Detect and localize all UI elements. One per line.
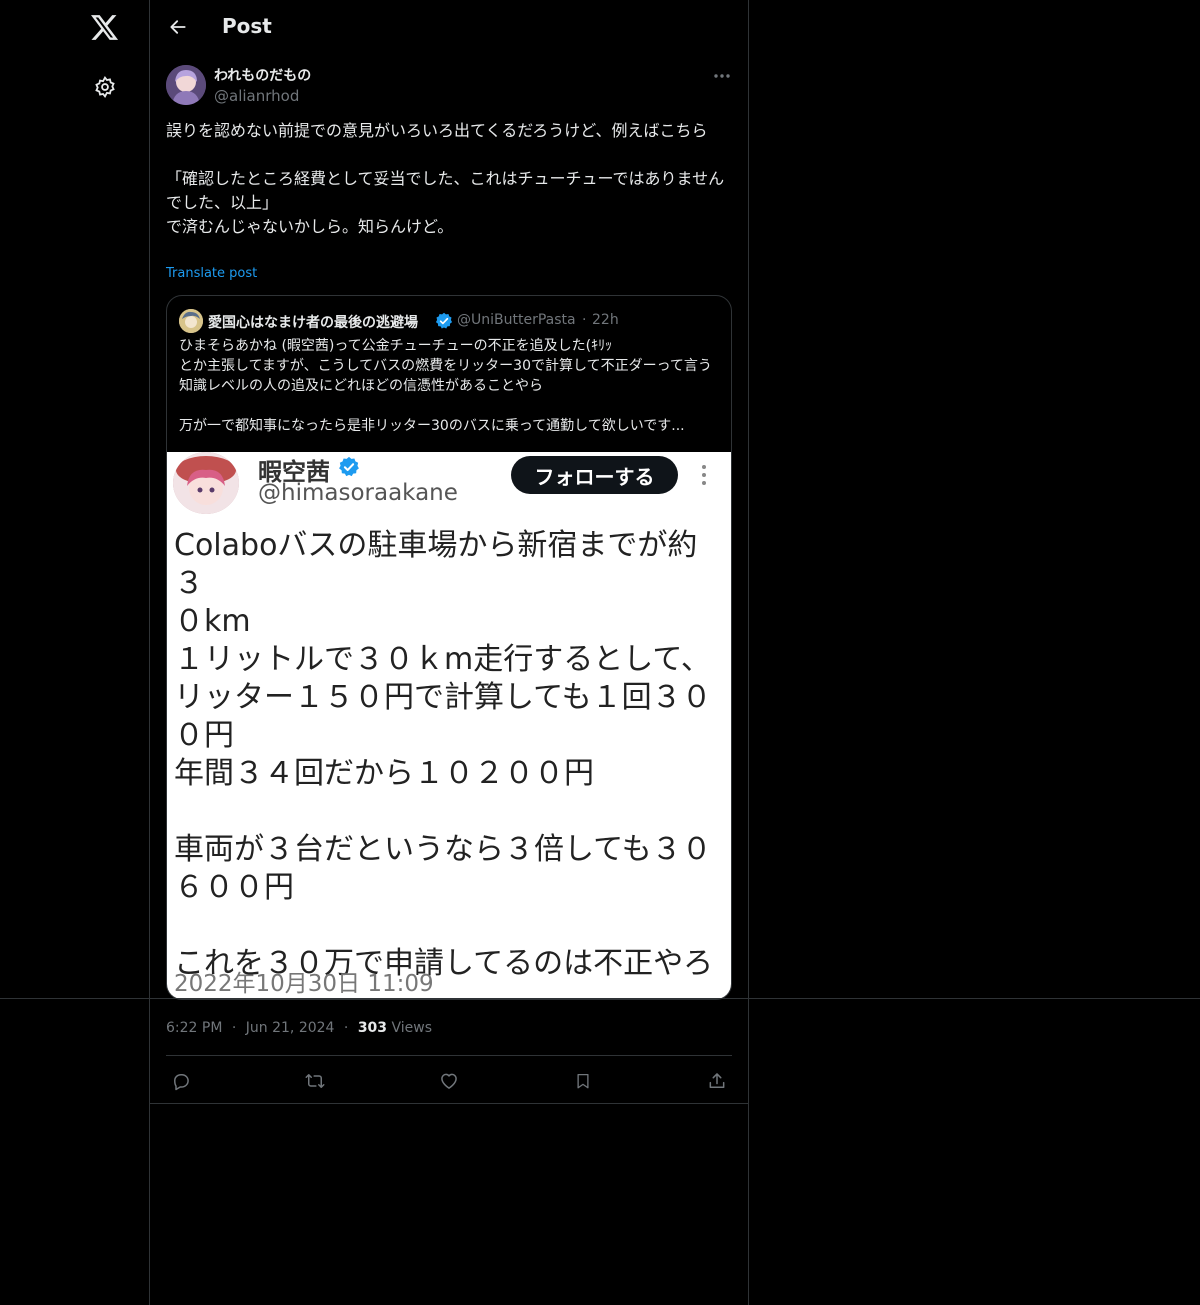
image-date: 2022年10月30日 11:09 <box>174 971 434 997</box>
action-bar <box>150 1064 748 1098</box>
like-icon[interactable] <box>436 1068 462 1094</box>
quote-handle: @UniButterPasta <box>457 312 576 328</box>
overlay-divider-line <box>0 998 1200 999</box>
image-verified-badge-icon <box>338 456 360 478</box>
views-count: 303 <box>357 1020 388 1036</box>
verified-badge-icon <box>435 312 453 330</box>
divider <box>166 1055 732 1056</box>
quote-text: ひまそらあかね (暇空茜)って公金チューチューの不正を追及した(ｷﾘｯ とか主張… <box>179 338 712 434</box>
more-options-icon[interactable] <box>710 64 734 88</box>
image-follow-button: フォローする <box>511 456 678 494</box>
image-handle: @himasoraakane <box>258 480 458 506</box>
image-body-text: Colaboバスの駐車場から新宿までが約３ ０km １リットルで３０ｋm走行する… <box>174 528 714 981</box>
repost-icon[interactable] <box>302 1068 328 1094</box>
tweet-text: 誤りを認めない前提での意見がいろいろ出てくるだろうけど、例えばこちら 「確認した… <box>166 121 725 236</box>
quote-attached-image[interactable]: 暇空茜 @himasoraakane フォローする Colaboバスの駐車場から… <box>167 452 731 999</box>
post-date[interactable]: Jun 21, 2024 <box>246 1020 335 1036</box>
post-time[interactable]: 6:22 PM <box>166 1020 222 1036</box>
views-label: Views <box>391 1020 433 1036</box>
post-meta: 6:22 PM · Jun 21, 2024 · 303 Views <box>166 1020 432 1036</box>
display-name[interactable]: われものだもの <box>214 65 311 85</box>
divider <box>150 1103 748 1104</box>
avatar[interactable] <box>166 65 206 105</box>
reply-icon[interactable] <box>168 1068 194 1094</box>
x-logo-icon[interactable] <box>87 10 123 46</box>
main-column: Post われものだもの @alianrhod 誤りを認めない前提での意見がいろ… <box>150 0 749 1305</box>
quote-avatar <box>179 309 203 333</box>
share-icon[interactable] <box>704 1068 730 1094</box>
quote-timestamp: 22h <box>592 312 619 328</box>
user-handle[interactable]: @alianrhod <box>214 87 299 105</box>
quoted-tweet-card[interactable]: 愛国心はなまけ者の最後の逃避場 @UniButterPasta · 22h ひま… <box>166 295 732 1000</box>
quote-display-name: 愛国心はなまけ者の最後の逃避場 <box>208 315 418 331</box>
left-nav <box>0 0 150 1305</box>
meta-separator: · <box>343 1020 349 1036</box>
page-title: Post <box>222 14 272 38</box>
quote-separator: · <box>582 312 587 328</box>
back-arrow-icon[interactable] <box>162 11 194 43</box>
gear-icon[interactable] <box>89 71 121 103</box>
bookmark-icon[interactable] <box>570 1068 596 1094</box>
meta-separator: · <box>231 1020 237 1036</box>
image-more-icon <box>697 462 711 488</box>
header: Post <box>150 0 748 54</box>
translate-post-link[interactable]: Translate post <box>166 266 257 281</box>
image-avatar <box>173 452 239 514</box>
